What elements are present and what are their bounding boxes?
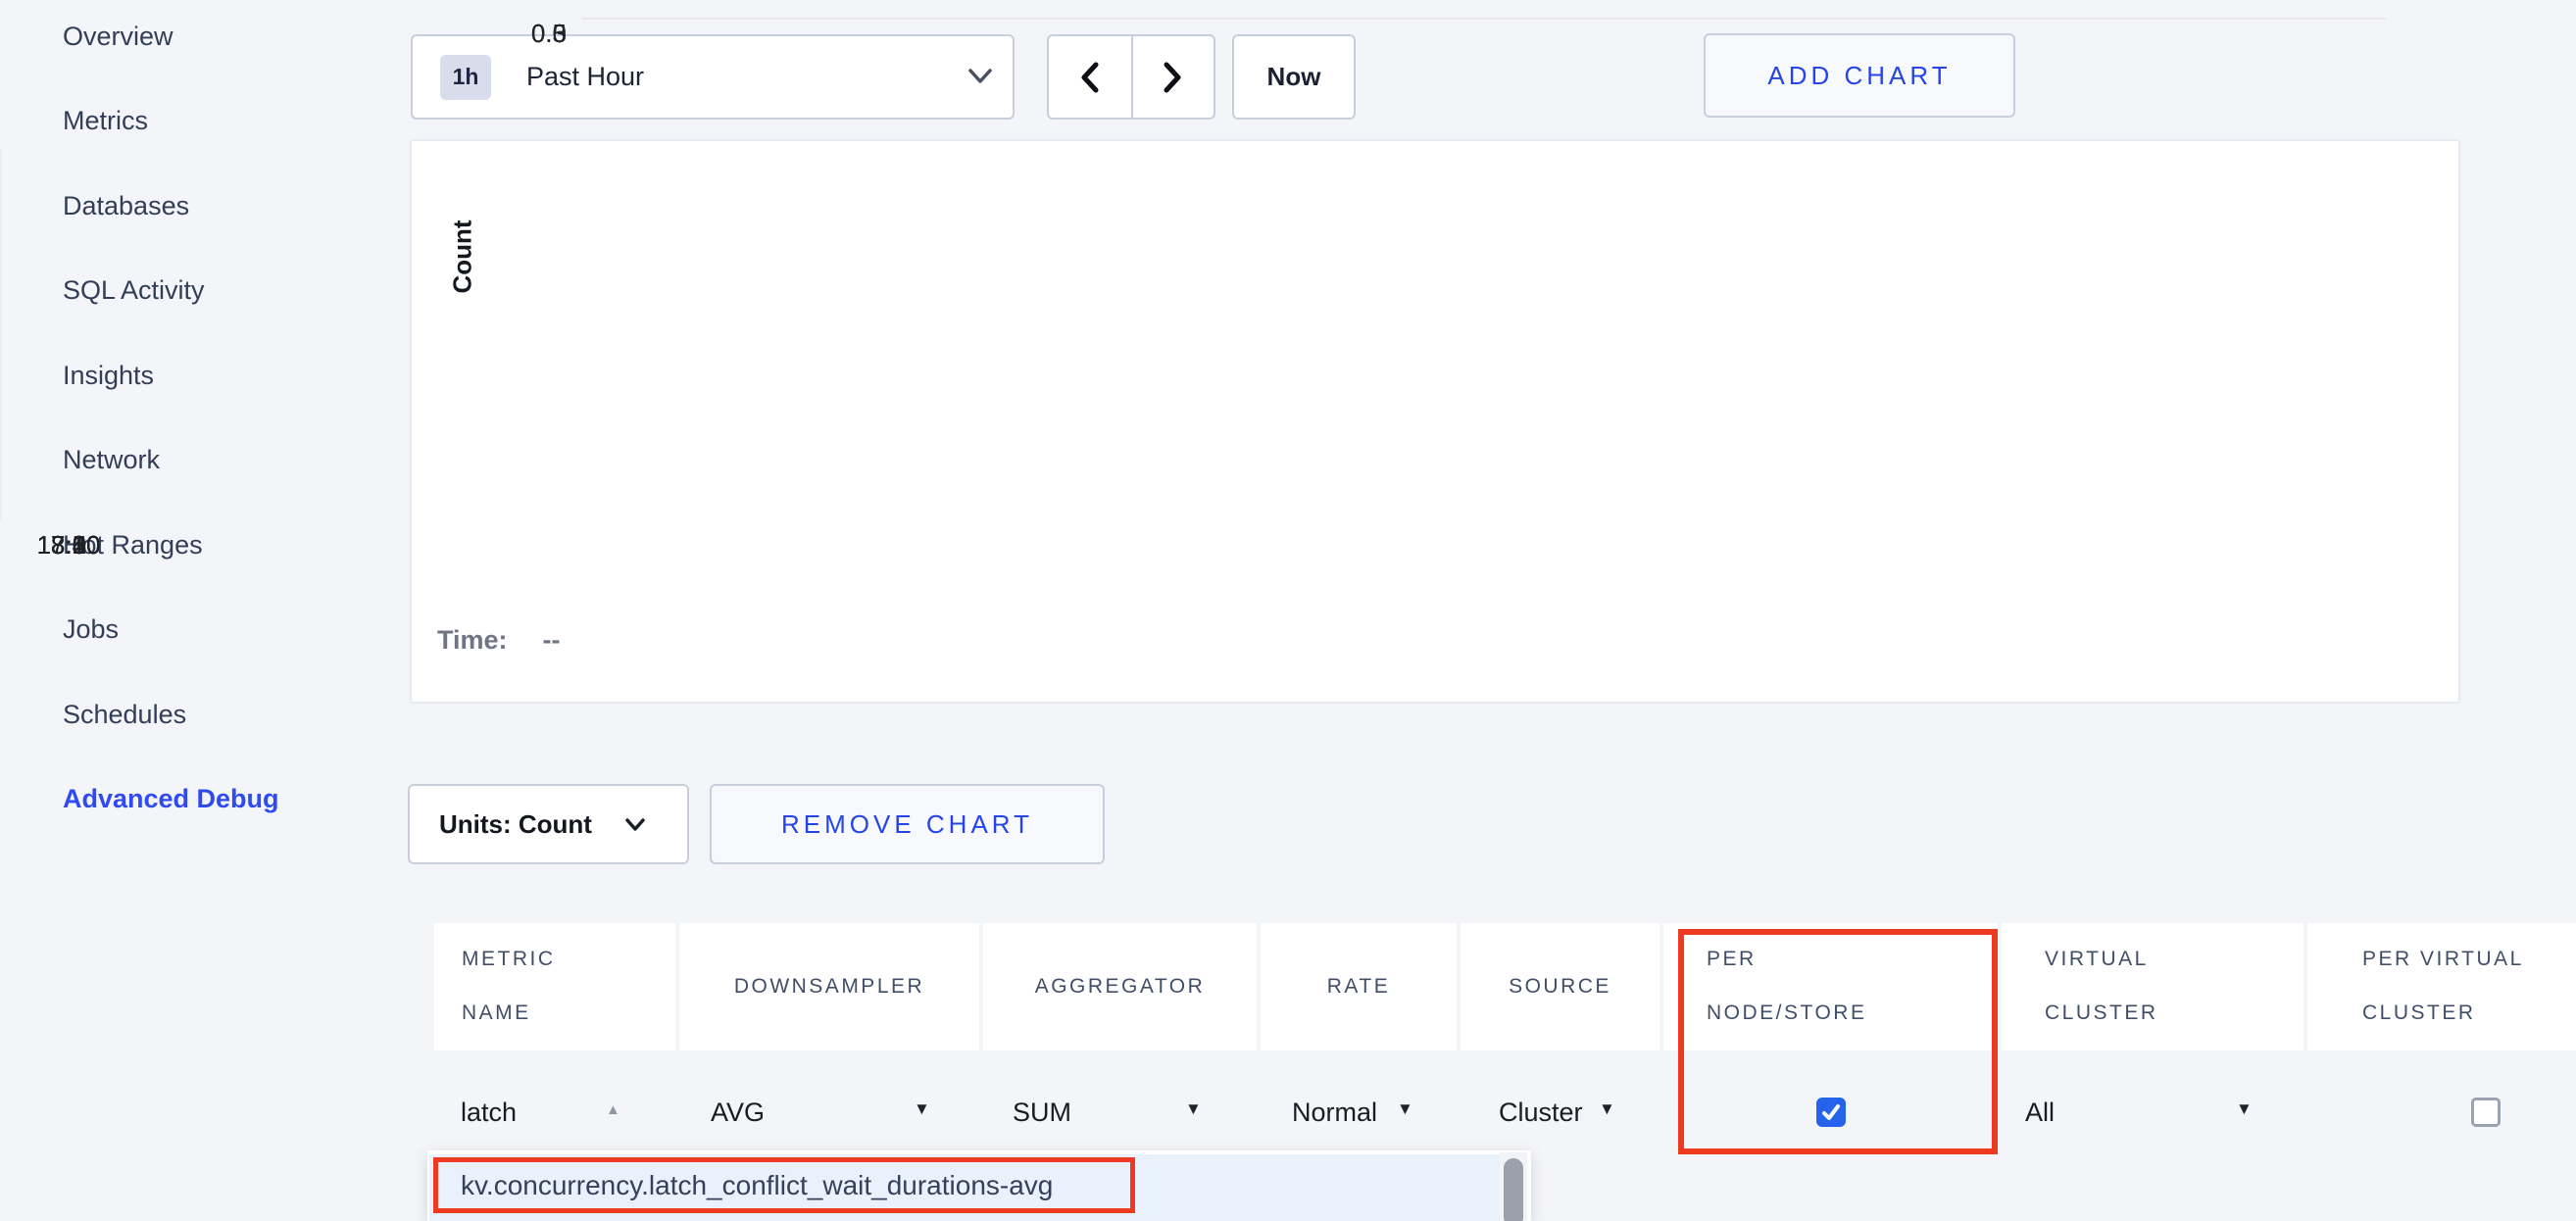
rate-select[interactable]: Normal	[1292, 1095, 1377, 1130]
metric-name-input[interactable]: latch	[461, 1095, 517, 1130]
per-virtual-cluster-checkbox[interactable]	[2471, 1098, 2501, 1127]
sidebar-item-sql-activity[interactable]: SQL Activity	[63, 273, 205, 307]
column-header-per-virtual-cluster: PER VIRTUAL CLUSTER	[2307, 923, 2576, 1050]
caret-down-icon: ▼	[2236, 1099, 2253, 1119]
sidebar-item-network[interactable]: Network	[63, 443, 160, 476]
source-select[interactable]: Cluster	[1499, 1095, 1583, 1130]
aggregator-select[interactable]: SUM	[1013, 1095, 1071, 1130]
x-axis-tick: 18:40	[0, 530, 137, 561]
column-header-downsampler: DOWNSAMPLER	[679, 923, 979, 1050]
hover-time-label: Time:	[437, 625, 508, 655]
chevron-down-icon	[966, 67, 995, 86]
caret-down-icon: ▼	[1185, 1099, 1202, 1119]
time-range-label: Past Hour	[526, 62, 644, 92]
column-header-rate: RATE	[1261, 923, 1457, 1050]
annotation-box-suggestion	[433, 1157, 1135, 1213]
column-header-virtual-cluster: VIRTUAL CLUSTER	[2002, 923, 2304, 1050]
caret-down-icon: ▼	[914, 1099, 930, 1119]
column-header-aggregator: AGGREGATOR	[983, 923, 1257, 1050]
hover-time-value: --	[543, 625, 561, 655]
annotation-box-per-node-store	[1678, 929, 1998, 1154]
divider	[1131, 36, 1133, 118]
remove-chart-button[interactable]: REMOVE CHART	[710, 784, 1105, 864]
gridline-vertical	[0, 149, 2, 521]
sidebar-item-schedules[interactable]: Schedules	[63, 698, 186, 731]
caret-down-icon: ▼	[1397, 1099, 1413, 1119]
hover-time-readout: Time: --	[437, 625, 561, 656]
sidebar-item-metrics[interactable]: Metrics	[63, 104, 148, 137]
next-time-button[interactable]	[1131, 36, 1214, 118]
sidebar-item-jobs[interactable]: Jobs	[63, 612, 119, 646]
previous-time-button[interactable]	[1049, 36, 1131, 118]
add-chart-button[interactable]: ADD CHART	[1704, 33, 2015, 118]
advanced-debug-custom-chart-page: Overview Metrics Databases SQL Activity …	[0, 0, 2576, 1221]
sidebar-item-overview[interactable]: Overview	[63, 20, 173, 53]
virtual-cluster-select[interactable]: All	[2025, 1095, 2055, 1130]
column-header-metric-name: METRIC NAME	[434, 923, 675, 1050]
time-step-buttons	[1047, 34, 1215, 120]
sidebar-item-advanced-debug[interactable]: Advanced Debug	[63, 782, 279, 815]
sidebar-item-insights[interactable]: Insights	[63, 359, 154, 392]
time-range-badge: 1h	[440, 55, 491, 100]
sidebar-item-databases[interactable]: Databases	[63, 189, 189, 222]
now-button[interactable]: Now	[1232, 34, 1356, 120]
dropdown-scrollbar-thumb[interactable]	[1504, 1158, 1523, 1221]
downsampler-select[interactable]: AVG	[711, 1095, 765, 1130]
caret-up-icon: ▲	[606, 1101, 620, 1118]
y-axis-label: Count	[448, 220, 478, 293]
column-header-source: SOURCE	[1461, 923, 1660, 1050]
caret-down-icon: ▼	[1599, 1099, 1615, 1119]
chevron-down-icon	[623, 817, 647, 833]
chevron-left-icon	[1077, 60, 1103, 95]
y-axis-tick: 0.0	[488, 18, 567, 49]
gridline-horizontal	[582, 18, 2386, 20]
chart-card	[410, 139, 2460, 704]
chevron-right-icon	[1160, 60, 1185, 95]
